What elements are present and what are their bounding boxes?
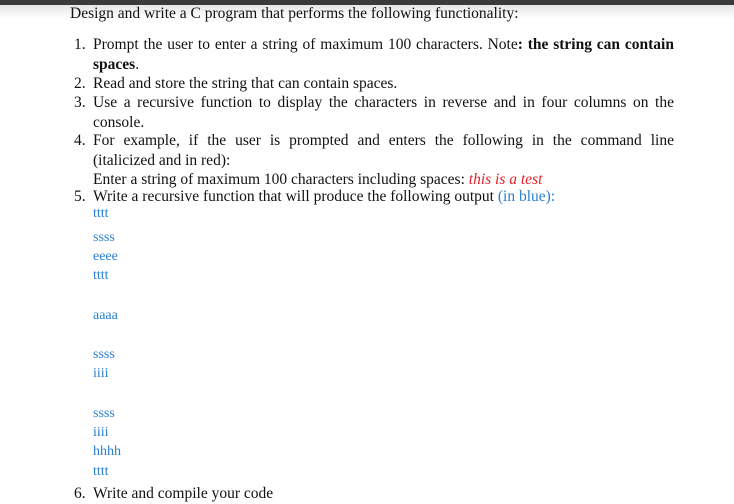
list-item-5: 5. Write a recursive function that will … (74, 187, 674, 207)
output-line: tttt (93, 268, 109, 283)
list-number: 6. (74, 485, 86, 502)
list-item-1: 1. Prompt the user to enter a string of … (74, 35, 674, 74)
list-item-4: 4. For example, if the user is prompted … (74, 131, 674, 190)
output-line: aaaa (93, 308, 118, 323)
output-line: hhhh (93, 444, 121, 459)
text-bold: : the string can contain (517, 36, 674, 53)
output-line: ssss (93, 406, 115, 421)
list-number: 4. (74, 132, 86, 149)
list-item-2: 2. Read and store the string that can co… (74, 74, 674, 94)
list-text: Write a recursive function that will pro… (93, 187, 674, 207)
list-text: Write and compile your code (93, 485, 274, 502)
list-text-cont: spaces. (93, 55, 674, 75)
list-number: 5. (74, 188, 86, 205)
list-text: For example, if the user is prompted and… (93, 132, 674, 149)
output-line: tttt (93, 206, 109, 221)
blue-note: (in blue): (497, 188, 556, 205)
output-line: ssss (93, 347, 115, 362)
list-text-cont: console. (93, 113, 145, 131)
text-bold: spaces (93, 55, 136, 73)
output-line: iiii (93, 425, 109, 440)
list-text-cont: (italicized and in red): (93, 151, 231, 169)
list-text: Read and store the string that can conta… (93, 75, 398, 92)
example-input-red: this is a test (468, 171, 543, 188)
text-plain: . (135, 55, 140, 73)
output-line: tttt (93, 464, 109, 479)
list-number: 1. (74, 36, 86, 53)
output-line: eeee (93, 249, 118, 264)
text-plain: Prompt the user to enter a string of max… (93, 36, 518, 53)
prompt-text: Enter a string of maximum 100 characters… (93, 171, 469, 188)
list-item-6: 6. Write and compile your code (74, 484, 674, 504)
list-text: Prompt the user to enter a string of max… (93, 35, 674, 55)
list-text: Use a recursive function to display the … (93, 94, 674, 111)
list-item-3: 3. Use a recursive function to display t… (74, 93, 674, 132)
document-heading: Design and write a C program that perfor… (70, 5, 519, 22)
list-number: 3. (74, 94, 86, 111)
list-number: 2. (74, 75, 86, 92)
output-line: iiii (93, 366, 109, 381)
text-plain: Write a recursive function that will pro… (93, 188, 498, 205)
output-line: ssss (93, 230, 115, 245)
